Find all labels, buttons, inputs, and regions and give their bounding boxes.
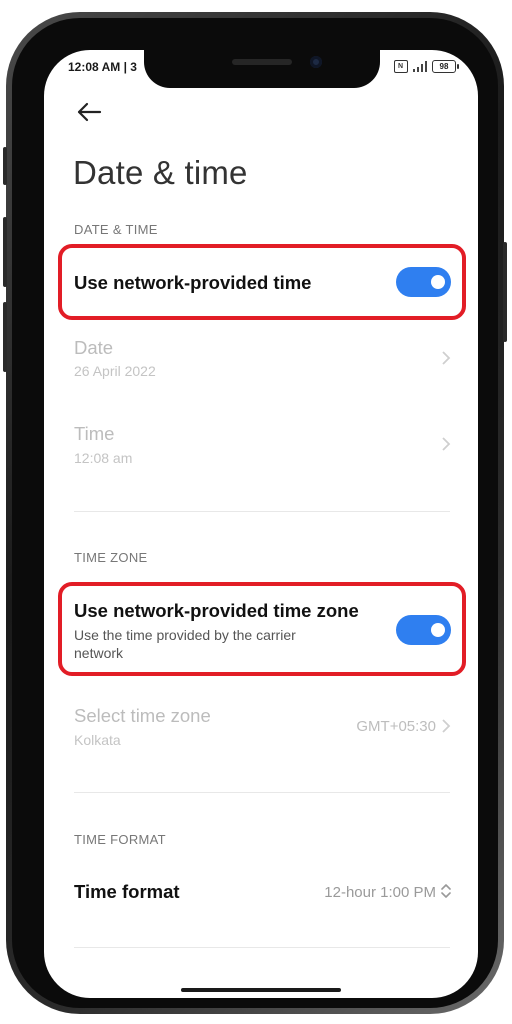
chevron-right-icon: [442, 351, 451, 365]
time-value: 12:08 am: [74, 450, 133, 466]
section-header-time-format: TIME FORMAT: [74, 832, 166, 847]
date-value: 26 April 2022: [74, 363, 156, 379]
signal-icon: [412, 61, 427, 72]
chevron-up-down-icon: [441, 884, 451, 898]
highlight-box: [58, 582, 466, 676]
arrow-left-icon[interactable]: [74, 100, 104, 124]
divider: [74, 947, 450, 948]
sim-icon: N: [393, 60, 408, 73]
mute-switch: [3, 147, 7, 185]
divider: [74, 792, 450, 793]
notch: [144, 50, 380, 88]
time-format-value: 12-hour 1:00 PM: [324, 884, 436, 901]
power-button: [503, 242, 507, 342]
select-zone-value: GMT+05:30: [356, 718, 436, 735]
divider: [74, 511, 450, 512]
screen: 12:08 AM | 3 N 98 Date & time DATE & TIM…: [44, 50, 478, 998]
chevron-right-icon: [442, 437, 451, 451]
home-indicator[interactable]: [181, 988, 341, 992]
battery-icon: 98: [432, 60, 459, 73]
chevron-right-icon: [442, 719, 451, 733]
time-format-label: Time format: [74, 881, 180, 902]
volume-down-button: [3, 302, 7, 372]
status-time: 12:08 AM | 3: [68, 60, 137, 74]
select-zone-city: Kolkata: [74, 732, 121, 748]
status-icons: N 98: [393, 60, 459, 73]
date-label: Date: [74, 337, 114, 358]
page-title: Date & time: [73, 154, 248, 191]
speaker: [232, 59, 292, 65]
time-label: Time: [74, 423, 115, 444]
highlight-box: [58, 244, 466, 320]
section-header-date-time: DATE & TIME: [74, 222, 158, 237]
volume-up-button: [3, 217, 7, 287]
phone-frame: 12:08 AM | 3 N 98 Date & time DATE & TIM…: [3, 12, 507, 1014]
select-zone-label: Select time zone: [74, 705, 211, 726]
front-camera: [310, 56, 322, 68]
section-header-time-zone: TIME ZONE: [74, 550, 148, 565]
